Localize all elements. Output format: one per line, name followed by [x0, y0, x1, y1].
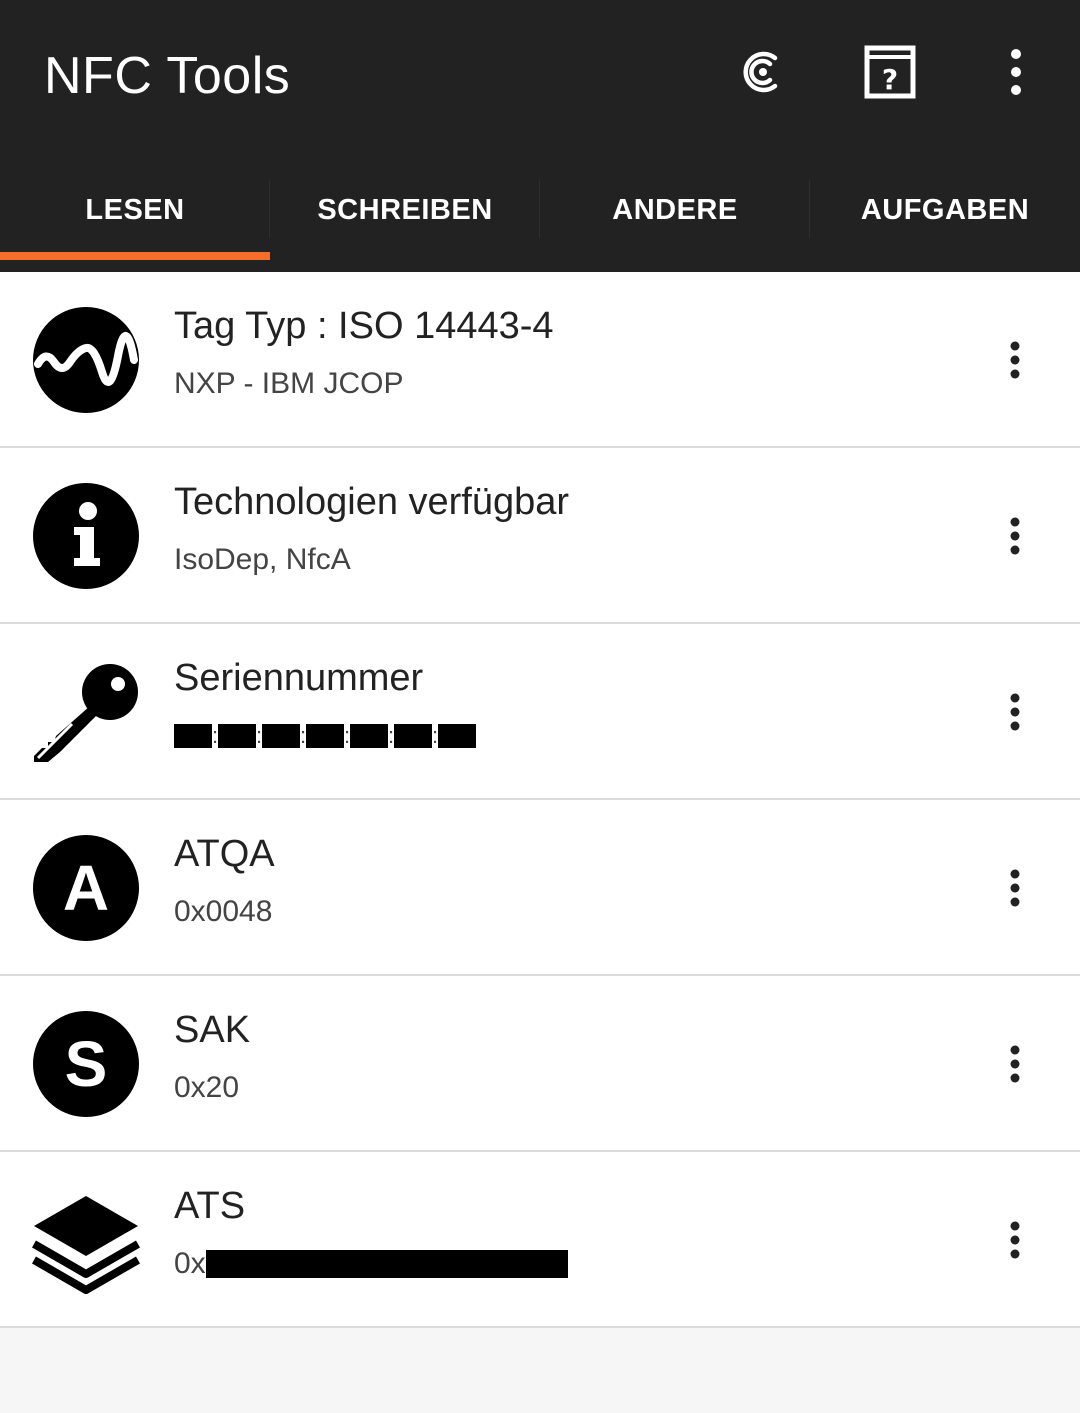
- item-more-icon[interactable]: [990, 508, 1040, 564]
- pro-c-icon[interactable]: [726, 36, 798, 108]
- key-icon: [32, 658, 140, 766]
- tab-aufgaben[interactable]: AUFGABEN: [810, 180, 1080, 240]
- item-subtitle: 0x20: [174, 1071, 240, 1104]
- item-subtitle: IsoDep, NfcA: [174, 543, 351, 576]
- list-item-ats[interactable]: ATS 0x: [0, 1152, 1080, 1328]
- svg-text:?: ?: [882, 63, 898, 96]
- item-more-icon[interactable]: [990, 1212, 1040, 1268]
- wave-icon: [32, 306, 140, 414]
- item-title: ATQA: [174, 833, 275, 875]
- app-title: NFC Tools: [44, 47, 291, 105]
- more-vert-icon[interactable]: [980, 36, 1052, 108]
- item-more-icon[interactable]: [990, 1036, 1040, 1092]
- item-subtitle: 0x0048: [174, 895, 273, 928]
- layers-icon: [32, 1186, 140, 1294]
- ats-prefix: 0x: [174, 1247, 206, 1280]
- list-item-serial-number[interactable]: Seriennummer : : : : : :: [0, 624, 1080, 800]
- help-book-icon[interactable]: ?: [854, 36, 926, 108]
- item-more-icon[interactable]: [990, 860, 1040, 916]
- tab-bar: LESEN SCHREIBEN ANDERE AUFGABEN: [0, 180, 1080, 260]
- svg-text:S: S: [65, 1028, 108, 1100]
- item-title: Technologien verfügbar: [174, 481, 570, 523]
- ats-redacted: [205, 1250, 568, 1278]
- list-item-technologies[interactable]: Technologien verfügbar IsoDep, NfcA: [0, 448, 1080, 624]
- tag-info-list: Tag Typ : ISO 14443-4 NXP - IBM JCOP Tec…: [0, 272, 1080, 1328]
- letter-a-icon: A: [32, 834, 140, 942]
- tab-lesen[interactable]: LESEN: [0, 180, 270, 240]
- item-title: Tag Typ : ISO 14443-4: [174, 305, 554, 347]
- item-more-icon[interactable]: [990, 684, 1040, 740]
- app-bar: NFC Tools ? LESEN SCHREIBEN ANDERE AUFGA…: [0, 0, 1080, 272]
- item-title: Seriennummer: [174, 657, 424, 699]
- item-subtitle: NXP - IBM JCOP: [174, 367, 404, 400]
- svg-text:A: A: [63, 852, 109, 924]
- item-subtitle: 0x: [174, 1244, 568, 1284]
- item-title: ATS: [174, 1185, 246, 1227]
- letter-s-icon: S: [32, 1010, 140, 1118]
- list-item-sak[interactable]: S SAK 0x20: [0, 976, 1080, 1152]
- list-item-atqa[interactable]: A ATQA 0x0048: [0, 800, 1080, 976]
- info-icon: [32, 482, 140, 590]
- item-more-icon[interactable]: [990, 332, 1040, 388]
- selected-tab-indicator: [0, 252, 270, 260]
- tab-schreiben[interactable]: SCHREIBEN: [270, 180, 540, 240]
- serial-number-redacted: : : : : : :: [174, 716, 476, 756]
- tab-andere[interactable]: ANDERE: [540, 180, 810, 240]
- list-item-tag-type[interactable]: Tag Typ : ISO 14443-4 NXP - IBM JCOP: [0, 272, 1080, 448]
- item-title: SAK: [174, 1009, 251, 1051]
